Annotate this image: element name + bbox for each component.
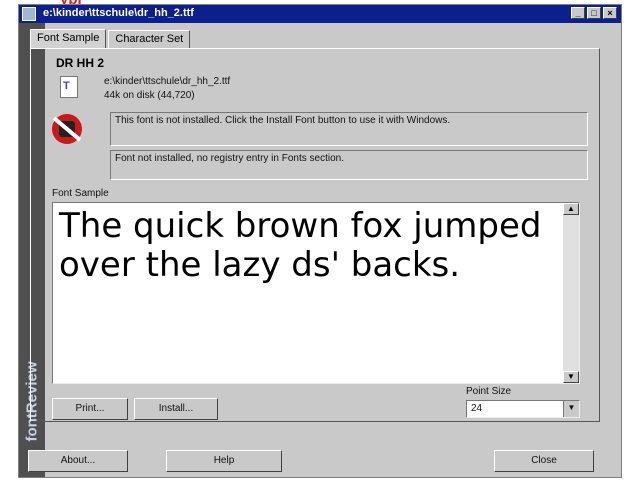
registry-message: Font not installed, no registry entry in… [110, 150, 588, 180]
tab-character-set[interactable]: Character Set [108, 30, 191, 49]
font-sample-area[interactable]: The quick brown fox jumped over the lazy… [52, 202, 580, 384]
close-icon[interactable]: × [603, 7, 617, 19]
point-size-label: Point Size [466, 386, 512, 397]
minimize-icon[interactable]: _ [571, 7, 585, 19]
install-button[interactable]: Install... [134, 398, 218, 420]
font-path: e:\kinder\ttschule\dr_hh_2.ttf [104, 76, 231, 87]
font-size-on-disk: 44k on disk (44,720) [104, 90, 195, 101]
app-icon [22, 7, 36, 21]
font-name: DR HH 2 [56, 56, 105, 70]
title-bar[interactable]: e:\kinder\ttschule\dr_hh_2.ttf _ □ × [19, 5, 621, 23]
help-button[interactable]: Help [166, 450, 282, 472]
font-sample-text: The quick brown fox jumped over the lazy… [59, 206, 542, 285]
window-controls: _ □ × [571, 7, 617, 19]
chevron-down-icon[interactable]: ▼ [563, 401, 579, 417]
font-file-glyph: T [63, 80, 70, 92]
scroll-down-icon[interactable]: ▼ [563, 371, 579, 383]
about-button[interactable]: About... [28, 450, 128, 472]
sample-scrollbar[interactable]: ▲ ▼ [563, 203, 579, 383]
font-sample-label: Font Sample [52, 188, 109, 199]
tab-font-sample[interactable]: Font Sample [30, 29, 107, 48]
font-file-icon: T [60, 76, 78, 98]
tab-bar: Font Sample Character Set [30, 29, 192, 49]
point-size-select[interactable]: 24 ▼ [466, 400, 580, 418]
point-size-value: 24 [471, 403, 483, 414]
scroll-up-icon[interactable]: ▲ [563, 203, 579, 215]
maximize-icon[interactable]: □ [587, 7, 601, 19]
not-installed-icon [52, 114, 82, 144]
install-message: This font is not installed. Click the In… [110, 112, 588, 146]
print-button[interactable]: Print... [52, 398, 128, 420]
close-button[interactable]: Close [494, 450, 594, 472]
window-title: e:\kinder\ttschule\dr_hh_2.ttf [43, 7, 194, 19]
